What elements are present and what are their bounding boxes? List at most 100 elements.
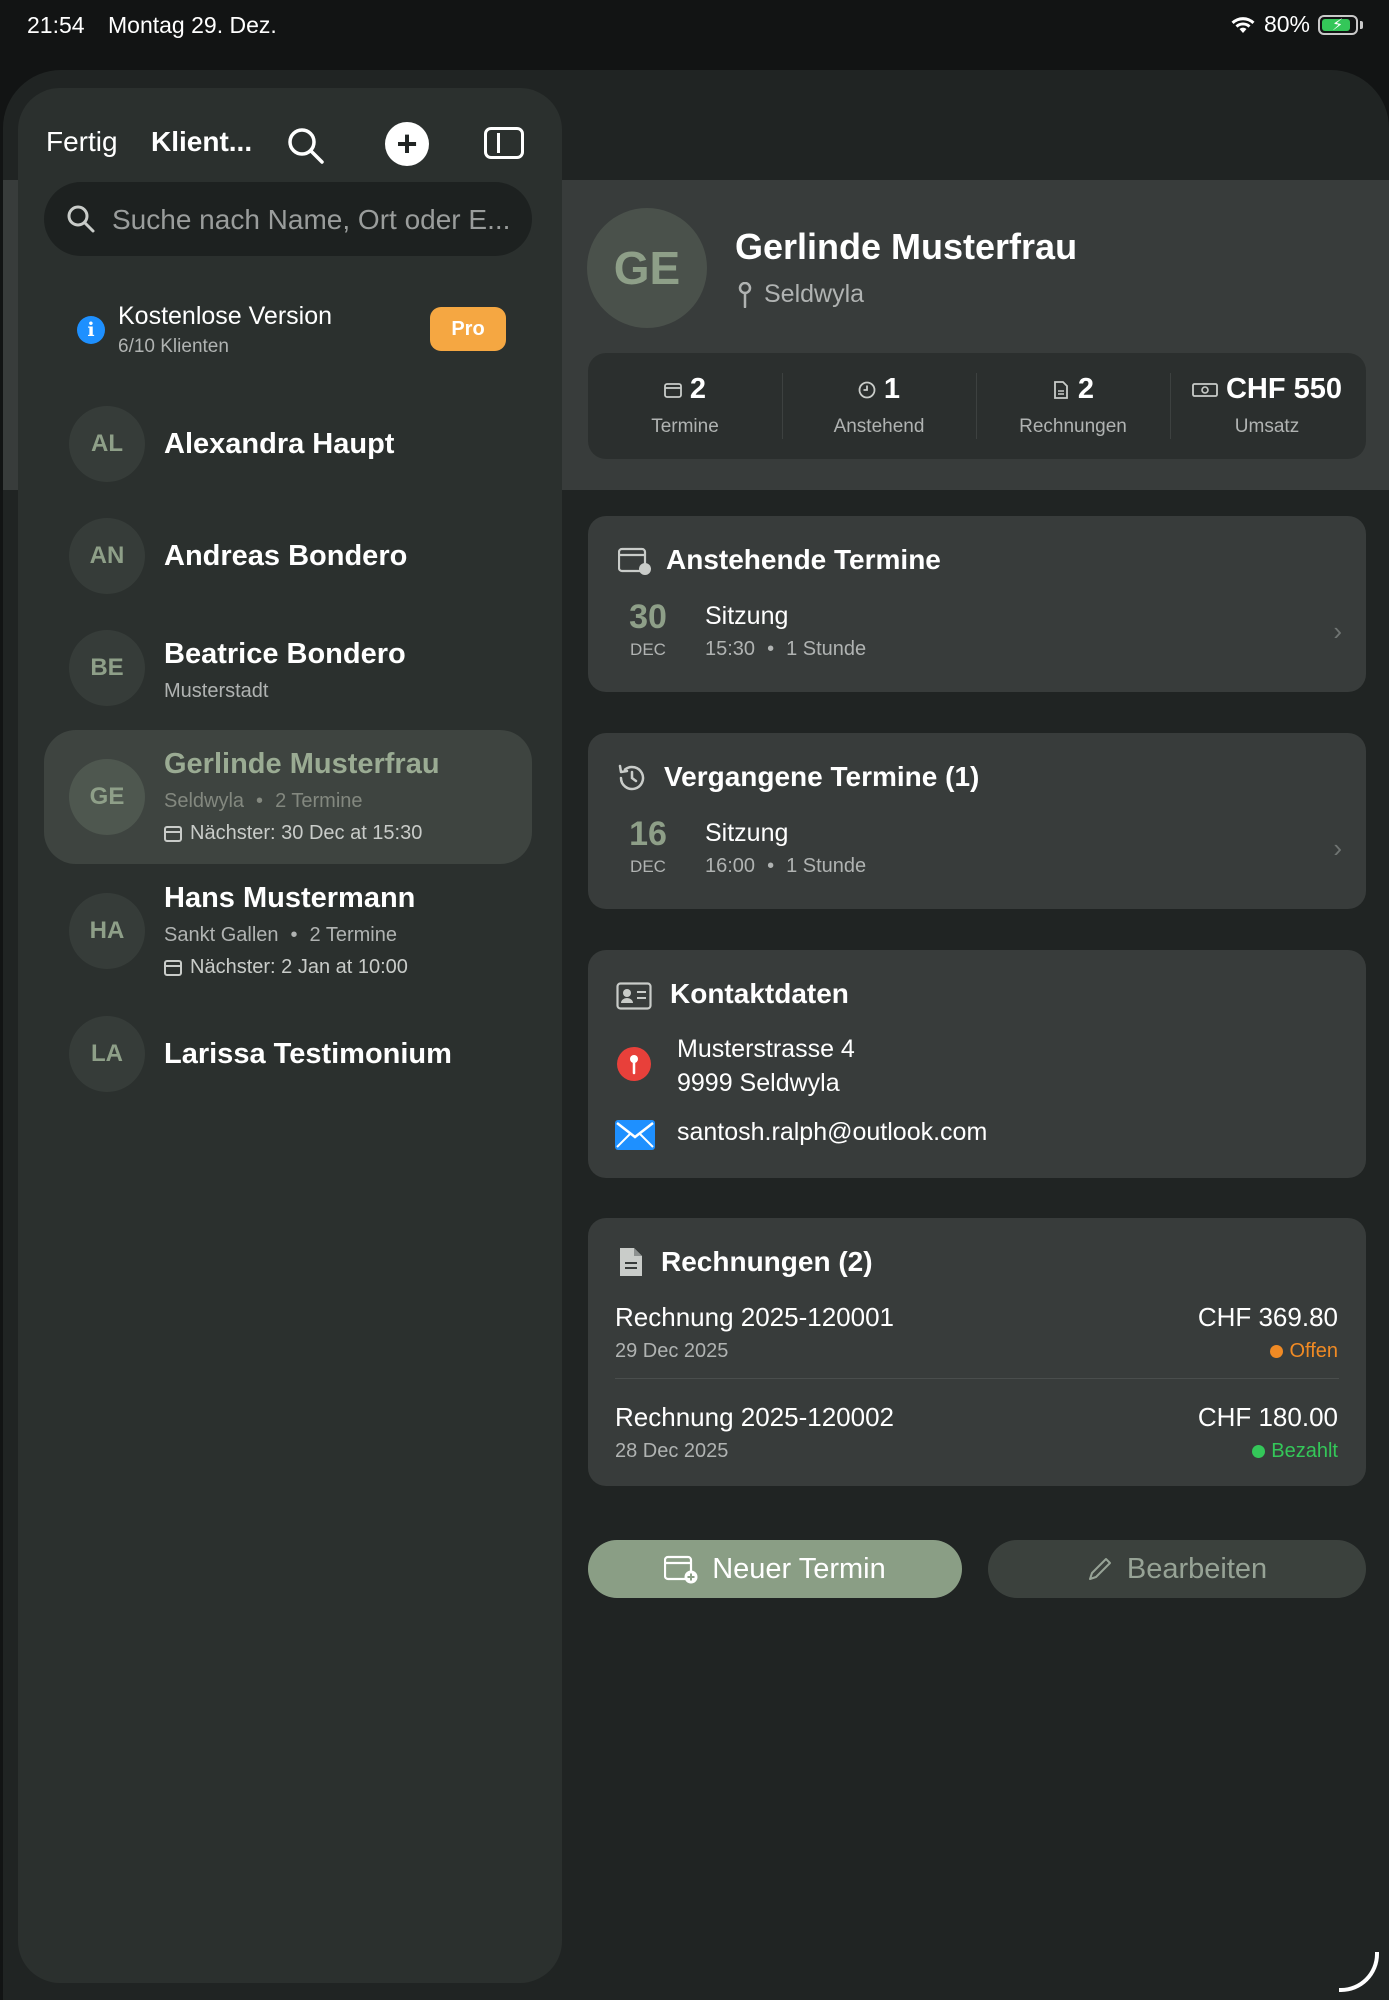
invoice-number: Rechnung 2025-120001 (615, 1302, 895, 1332)
invoice-number: Rechnung 2025-120002 (615, 1402, 895, 1432)
search-icon[interactable] (286, 126, 326, 166)
client-row-beatrice[interactable]: BE Beatrice Bondero Musterstadt (44, 612, 532, 724)
appointment-row[interactable]: 30 DEC Sitzung 15:30 • 1 Stunde › (588, 598, 1366, 678)
stat-value: CHF 550 (1225, 373, 1343, 405)
appointment-month: DEC (630, 640, 666, 659)
plan-usage: 6/10 Klienten (118, 336, 229, 357)
client-name: Andreas Bondero (164, 540, 408, 572)
status-date: Montag 29. Dez. (108, 12, 277, 38)
appointment-duration: 1 Stunde (786, 638, 867, 660)
search-input[interactable]: Suche nach Name, Ort oder E... (44, 182, 532, 256)
stat-appointments: 2 Termine (588, 353, 782, 459)
chevron-right-icon: › (1333, 833, 1342, 863)
pencil-icon (1088, 1558, 1111, 1580)
search-field-icon (67, 205, 95, 233)
chevron-right-icon: › (1333, 616, 1342, 646)
calendar-icon (664, 382, 682, 398)
clock-icon (858, 381, 876, 398)
invoice-amount: CHF 369.80 (1197, 1302, 1338, 1332)
calendar-icon (164, 825, 182, 842)
sidebar-toggle-icon[interactable] (484, 127, 524, 159)
stat-upcoming: 1 Anstehend (782, 353, 976, 459)
status-indicators: 80% ⚡ (1230, 11, 1363, 38)
new-appointment-label: Neuer Termin (712, 1552, 886, 1585)
invoice-date: 28 Dec 2025 (615, 1440, 729, 1462)
card-title: Vergangene Termine (1) (664, 761, 980, 792)
appointment-meta: 16:00 • 1 Stunde (705, 855, 867, 877)
client-next-appointment: Nächster: 30 Dec at 15:30 (164, 822, 422, 845)
stat-invoices: 2 Rechnungen (976, 353, 1170, 459)
battery-icon: ⚡ (1318, 14, 1358, 35)
done-button[interactable]: Fertig (46, 126, 118, 158)
invoice-document-icon (620, 1248, 642, 1276)
client-name: Hans Mustermann (164, 882, 416, 914)
avatar: AL (69, 406, 145, 482)
resize-handle-icon[interactable] (1339, 1952, 1379, 1992)
appointment-time: 16:00 (705, 855, 756, 877)
app-window: Fertig Klient... + Suche nach Name, Ort … (3, 70, 1389, 2000)
client-sidebar: Fertig Klient... + Suche nach Name, Ort … (18, 88, 562, 1983)
client-row-andreas[interactable]: AN Andreas Bondero (44, 500, 532, 612)
client-appointments: 2 Termine (275, 790, 363, 812)
email-link[interactable]: santosh.ralph@outlook.com (677, 1118, 987, 1147)
client-row-alexandra[interactable]: AL Alexandra Haupt (44, 388, 532, 500)
invoice-row[interactable]: Rechnung 2025-120001 29 Dec 2025 CHF 369… (588, 1298, 1366, 1378)
invoice-amount: CHF 180.00 (1197, 1402, 1338, 1432)
upcoming-appointments-card: Anstehende Termine 30 DEC Sitzung 15:30 •… (588, 516, 1366, 692)
status-time: 21:54 (27, 12, 85, 38)
appointment-time: 15:30 (705, 638, 756, 660)
edit-label: Bearbeiten (1126, 1552, 1268, 1585)
appointment-row[interactable]: 16 DEC Sitzung 16:00 • 1 Stunde › (588, 815, 1366, 895)
status-bar: 21:54 Montag 29. Dez. 80% ⚡ (0, 0, 1389, 60)
client-meta: Sankt Gallen • 2 Termine (164, 924, 397, 946)
client-name: Gerlinde Musterfrau (164, 748, 440, 780)
status-dot (1252, 1445, 1266, 1458)
appointment-title: Sitzung (705, 819, 789, 847)
appointment-title: Sitzung (705, 602, 789, 630)
contact-card-icon (616, 982, 652, 1010)
add-client-button[interactable]: + (385, 122, 429, 166)
appointment-day: 16 (629, 815, 667, 853)
client-meta: Seldwyla • 2 Termine (164, 790, 363, 812)
client-name: Alexandra Haupt (164, 428, 395, 460)
client-row-gerlinde[interactable]: GE Gerlinde Musterfrau Seldwyla • 2 Termin… (44, 730, 532, 864)
client-name: Beatrice Bondero (164, 638, 406, 670)
battery-percent: 80% (1263, 11, 1310, 37)
stat-value: 2 (689, 373, 707, 405)
invoice-status: Bezahlt (1271, 1440, 1338, 1462)
next-appointment-text: Nächster: 2 Jan at 10:00 (190, 956, 408, 978)
invoice-status-badge: Offen (1270, 1340, 1338, 1363)
client-row-larissa[interactable]: LA Larissa Testimonium (44, 998, 532, 1110)
address[interactable]: Musterstrasse 4 9999 Seldwyla (677, 1032, 855, 1100)
stat-revenue: CHF 550 Umsatz (1170, 353, 1364, 459)
stat-label: Umsatz (1234, 416, 1300, 437)
client-next-appointment: Nächster: 2 Jan at 10:00 (164, 956, 408, 979)
new-appointment-button[interactable]: Neuer Termin (588, 1540, 962, 1598)
plan-title: Kostenlose Version (118, 302, 333, 330)
invoice-status-badge: Bezahlt (1252, 1440, 1338, 1463)
appointment-meta: 15:30 • 1 Stunde (705, 638, 867, 660)
appointment-duration: 1 Stunde (786, 855, 867, 877)
client-row-hans[interactable]: HA Hans Mustermann Sankt Gallen • 2 Termin… (44, 864, 532, 998)
invoice-date: 29 Dec 2025 (615, 1340, 729, 1362)
edit-button[interactable]: Bearbeiten (988, 1540, 1366, 1598)
card-title: Anstehende Termine (666, 544, 941, 575)
document-icon (1054, 380, 1068, 399)
next-appointment-text: Nächster: 30 Dec at 15:30 (190, 822, 423, 844)
info-icon: i (77, 316, 105, 344)
appointment-month: DEC (630, 857, 666, 876)
calendar-add-icon (664, 1555, 698, 1584)
avatar: AN (69, 518, 145, 594)
client-detail-name: Gerlinde Musterfrau (735, 226, 1078, 267)
location-text: Seldwyla (764, 280, 865, 308)
stats-bar: 2 Termine 1 Anstehend 2 Rechnungen CHF 5… (588, 353, 1366, 459)
pro-upgrade-button[interactable]: Pro (430, 307, 506, 351)
past-appointments-card: Vergangene Termine (1) 16 DEC Sitzung 16… (588, 733, 1366, 909)
card-title: Rechnungen (2) (661, 1246, 873, 1277)
stat-label: Termine (651, 416, 719, 437)
search-placeholder: Suche nach Name, Ort oder E... (112, 204, 511, 235)
address-city: 9999 Seldwyla (677, 1069, 840, 1097)
invoice-row[interactable]: Rechnung 2025-120002 28 Dec 2025 CHF 180… (588, 1398, 1366, 1478)
calendar-clock-icon (618, 547, 651, 575)
stat-label: Rechnungen (1019, 416, 1127, 437)
